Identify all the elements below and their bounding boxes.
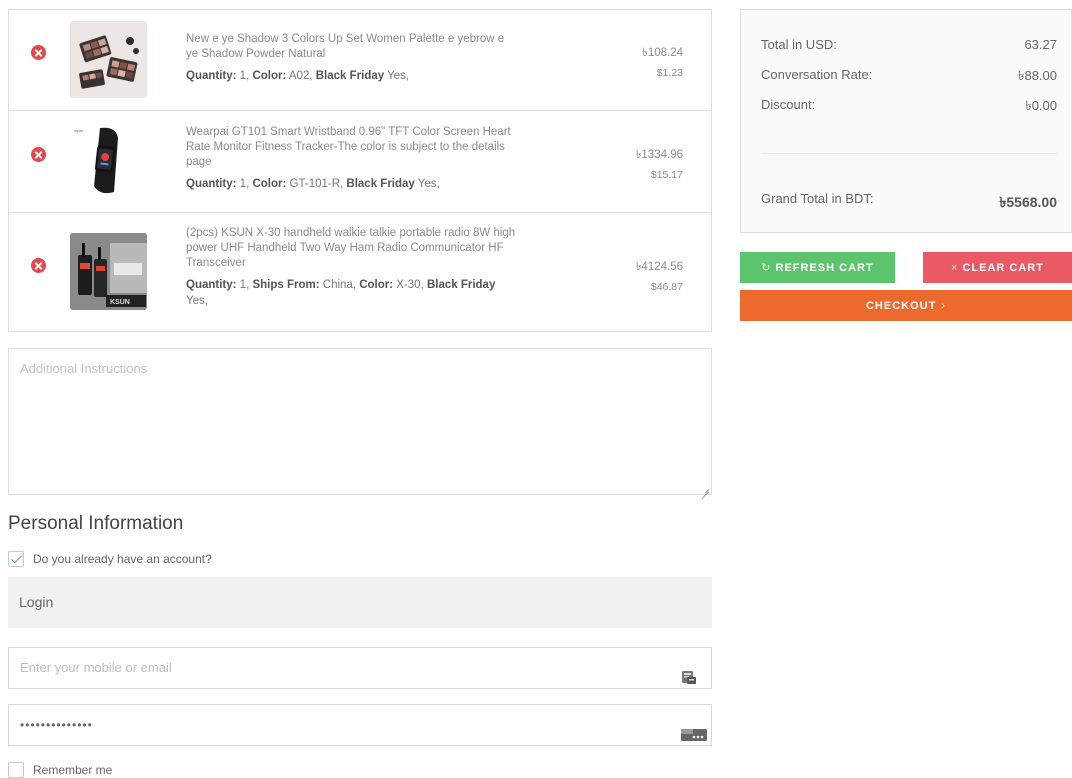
clear-cart-button[interactable]: × CLEAR CART: [923, 252, 1072, 283]
price-bdt: ৳108.24: [642, 47, 683, 59]
summary-conversion-rate: Conversation Rate: ৳88.00: [761, 67, 1057, 83]
remember-me-label[interactable]: Remember me: [33, 763, 112, 777]
price-bdt: ৳1334.96: [635, 149, 683, 161]
contact-card-icon: [681, 661, 697, 701]
refresh-icon: ↻: [761, 262, 772, 274]
summary-discount: Discount: ৳0.00: [761, 97, 1057, 113]
product-title[interactable]: New e ye Shadow 3 Colors Up Set Women Pa…: [186, 32, 516, 62]
price-usd: $46.87: [650, 281, 683, 293]
product-image-wristband: mpai: [70, 122, 147, 199]
resize-handle-icon[interactable]: [701, 484, 709, 492]
price-usd: $15.17: [650, 169, 683, 181]
password-input[interactable]: ••••••••••••••: [8, 704, 712, 746]
remember-me-row[interactable]: Remember me: [8, 762, 112, 778]
product-image-walkie-talkie: KSUN: [70, 233, 147, 310]
order-summary: Total in USD: 63.27 Conversation Rate: ৳…: [740, 9, 1072, 233]
refresh-cart-button[interactable]: ↻ REFRESH CART: [740, 252, 895, 283]
remove-item-icon[interactable]: [31, 258, 46, 273]
product-meta: Quantity: 1, Ships From: China, Color: X…: [186, 279, 496, 307]
chevron-right-icon: ›: [941, 299, 946, 312]
cart-item: mpai Wearpai GT101 Smart Wristband 0.96"…: [9, 111, 711, 213]
login-section-header: Login: [8, 577, 712, 628]
remove-item-icon[interactable]: [31, 45, 46, 60]
mobile-email-placeholder: Enter your mobile or email: [20, 660, 172, 675]
svg-text:KSUN: KSUN: [110, 299, 130, 306]
checkout-button[interactable]: CHECKOUT ›: [740, 290, 1072, 321]
has-account-row[interactable]: Do you already have an account?: [8, 551, 212, 567]
summary-total-usd: Total in USD: 63.27: [761, 37, 1057, 52]
product-title[interactable]: (2pcs) KSUN X-30 handheld walkie talkie …: [186, 226, 516, 271]
summary-divider: [761, 153, 1057, 154]
close-icon: ×: [951, 261, 959, 274]
password-key-icon: [680, 718, 708, 758]
has-account-label[interactable]: Do you already have an account?: [33, 552, 212, 566]
product-image-eyeshadow: [70, 21, 147, 98]
has-account-checkbox[interactable]: [8, 551, 24, 567]
product-meta: Quantity: 1, Color: GT-101-R, Black Frid…: [186, 178, 440, 190]
additional-instructions-textarea[interactable]: Additional Instructions: [8, 348, 712, 495]
mobile-email-input[interactable]: Enter your mobile or email: [8, 647, 712, 689]
login-label: Login: [19, 594, 54, 610]
price-usd: $1.23: [656, 67, 683, 79]
svg-text:mpai: mpai: [74, 128, 83, 133]
instructions-placeholder: Additional Instructions: [20, 361, 148, 376]
summary-grand-total: Grand Total in BDT: ৳5568.00: [761, 191, 1057, 210]
password-value: ••••••••••••••: [20, 718, 93, 732]
remove-item-icon[interactable]: [31, 147, 46, 162]
remember-me-checkbox[interactable]: [8, 762, 24, 778]
price-bdt: ৳4124.56: [635, 261, 683, 273]
cart-item: New e ye Shadow 3 Colors Up Set Women Pa…: [9, 10, 711, 111]
product-title[interactable]: Wearpai GT101 Smart Wristband 0.96" TFT …: [186, 125, 516, 170]
personal-information-heading: Personal Information: [8, 513, 184, 534]
cart-item: KSUN (2pcs) KSUN X-30 handheld walkie ta…: [9, 213, 711, 331]
product-meta: Quantity: 1, Color: A02, Black Friday Ye…: [186, 70, 410, 82]
cart-table: New e ye Shadow 3 Colors Up Set Women Pa…: [8, 9, 712, 332]
